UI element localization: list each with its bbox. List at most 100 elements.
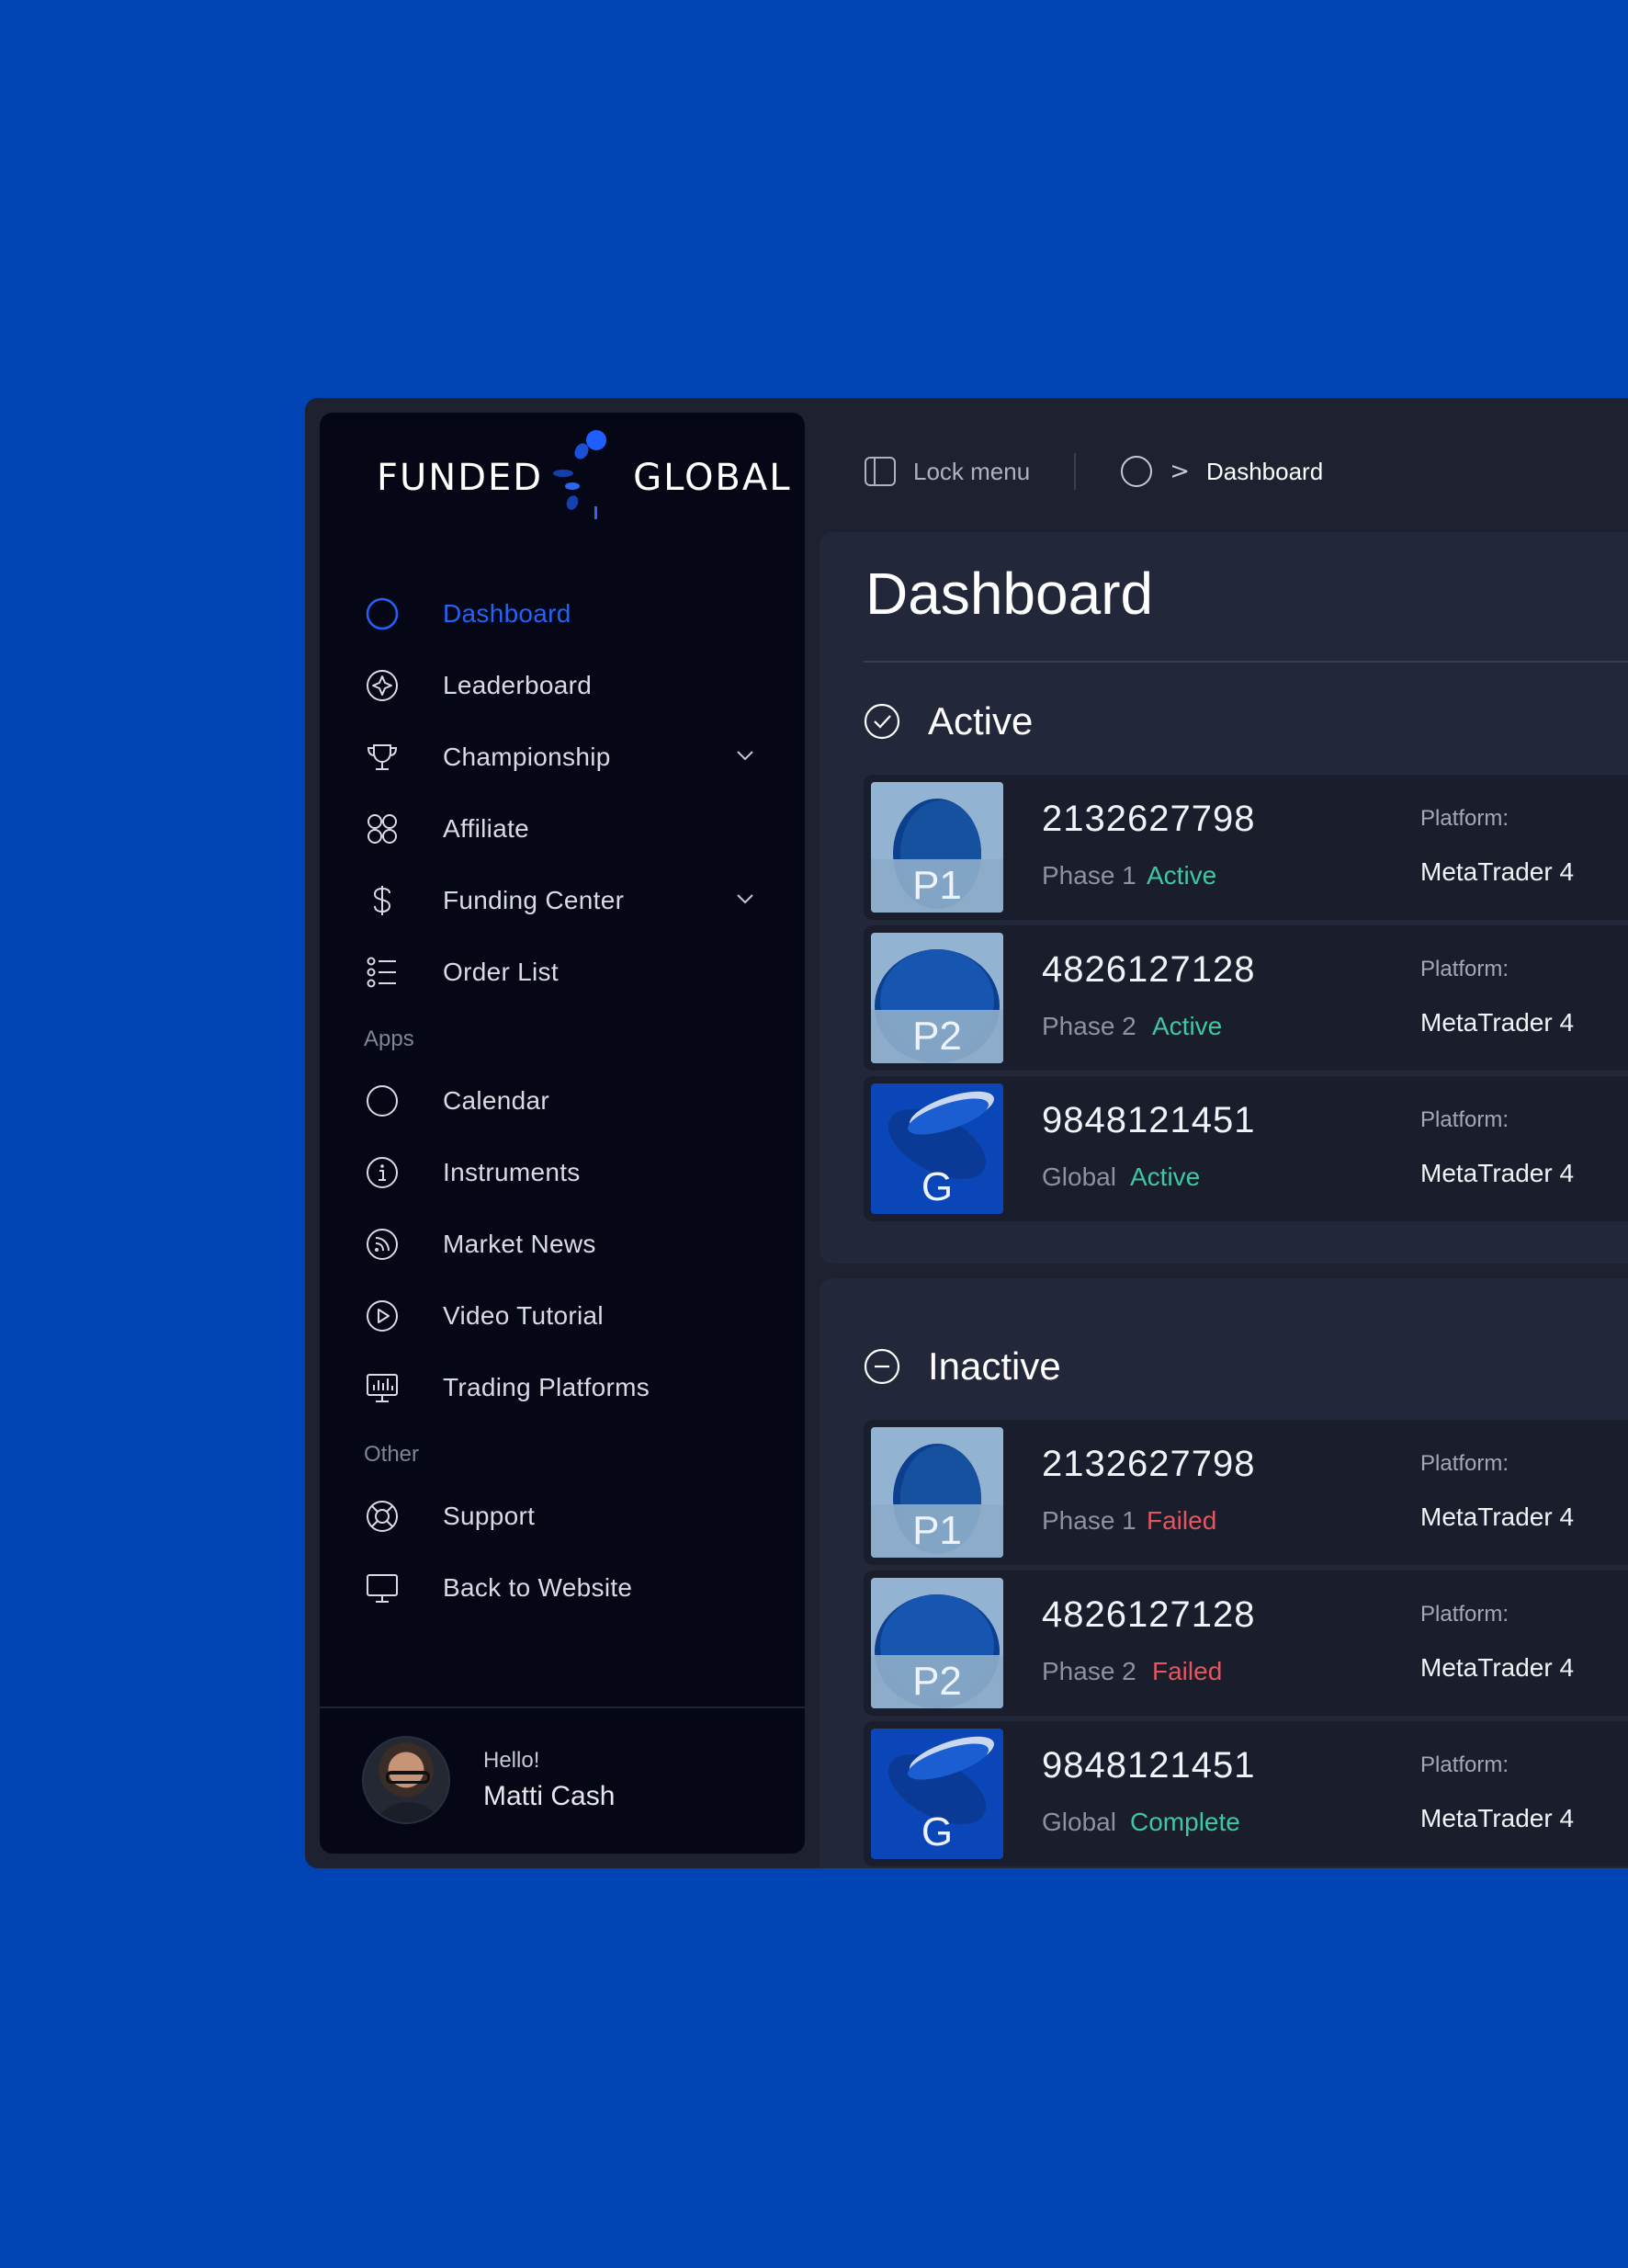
account-phase: Global — [1042, 1162, 1116, 1191]
section-label: Active — [928, 699, 1034, 743]
nav-item-funding-center[interactable]: Funding Center — [320, 865, 805, 936]
section-header-active: Active — [864, 699, 1033, 743]
lifebuoy-icon — [364, 1498, 401, 1535]
nav-item-instruments[interactable]: Instruments — [320, 1137, 805, 1208]
logo-mark-icon — [547, 429, 629, 526]
page-title: Dashboard — [865, 561, 1154, 627]
status-badge: Failed — [1152, 1657, 1223, 1685]
status-badge: Active — [1147, 861, 1217, 890]
info-icon — [364, 1154, 401, 1191]
trophy-icon — [364, 739, 401, 776]
account-number: 4826127128 — [1042, 949, 1256, 990]
chevron-down-icon[interactable] — [733, 887, 757, 911]
brand-name-left: FUNDED — [377, 456, 544, 499]
nav-label: Championship — [443, 743, 611, 771]
nav-label: Market News — [443, 1230, 596, 1258]
chevron-down-icon[interactable] — [733, 743, 757, 767]
topbar-divider — [1074, 453, 1077, 490]
app-window: FUNDED GLOBAL Dashboard Leaderboard Cham… — [305, 398, 1628, 1868]
brand-logo[interactable]: FUNDED GLOBAL — [377, 429, 792, 526]
account-badge-image: G — [871, 1729, 1003, 1859]
nav-item-leaderboard[interactable]: Leaderboard — [320, 650, 805, 721]
account-badge-image: P1 — [871, 1427, 1003, 1558]
platform-value: MetaTrader 4 — [1420, 1804, 1575, 1832]
account-number: 2132627798 — [1042, 1444, 1256, 1484]
section-label: Inactive — [928, 1344, 1061, 1388]
status-badge: Active — [1130, 1162, 1201, 1191]
nav-label: Affiliate — [443, 814, 530, 843]
nav-label: Calendar — [443, 1086, 550, 1115]
nav-item-market-news[interactable]: Market News — [320, 1208, 805, 1280]
status-badge: Complete — [1130, 1808, 1240, 1836]
account-card[interactable]: P2 4826127128 Phase 2 Failed Platform: M… — [864, 1571, 1628, 1716]
account-badge-label: P1 — [912, 863, 962, 908]
sidebar-divider — [320, 1707, 805, 1708]
lock-menu-button[interactable]: Lock menu — [913, 458, 1030, 486]
platform-label: Platform: — [1420, 806, 1509, 831]
platform-label: Platform: — [1420, 1752, 1509, 1777]
account-number: 9848121451 — [1042, 1745, 1256, 1786]
account-badge-label: P1 — [912, 1508, 962, 1553]
account-number: 2132627798 — [1042, 799, 1256, 839]
platform-value: MetaTrader 4 — [1420, 1503, 1575, 1531]
platform-value: MetaTrader 4 — [1420, 1159, 1575, 1187]
nav-item-affiliate[interactable]: Affiliate — [320, 793, 805, 865]
dollar-icon — [364, 882, 401, 919]
account-card[interactable]: P1 2132627798 Phase 1 Active Platform: M… — [864, 775, 1628, 920]
topbar: Lock menu > Dashboard — [864, 448, 1323, 494]
account-card[interactable]: G 9848121451 Global Complete Platform: M… — [864, 1721, 1628, 1866]
account-badge-label: G — [921, 1164, 954, 1209]
star-badge-icon — [364, 667, 401, 704]
nav-label: Support — [443, 1502, 536, 1530]
account-badge-label: P2 — [912, 1659, 962, 1704]
nav-item-dashboard[interactable]: Dashboard — [320, 578, 805, 650]
status-badge: Failed — [1147, 1506, 1217, 1535]
account-number: 9848121451 — [1042, 1100, 1256, 1140]
monitor-icon — [364, 1570, 401, 1606]
nav-item-trading-platforms[interactable]: Trading Platforms — [320, 1352, 805, 1423]
account-badge-image: P2 — [871, 1578, 1003, 1708]
avatar[interactable] — [362, 1736, 450, 1824]
account-badge-image: P1 — [871, 782, 1003, 913]
nav-item-calendar[interactable]: Calendar — [320, 1065, 805, 1137]
nav-section-other: Other — [364, 1442, 420, 1467]
lock-menu-icon[interactable] — [864, 456, 897, 487]
circle-icon — [364, 1083, 401, 1119]
platform-value: MetaTrader 4 — [1420, 857, 1575, 886]
inactive-accounts-panel: Inactive P1 2132627798 Phase 1 Failed Pl… — [820, 1278, 1628, 1868]
nav-section-apps: Apps — [364, 1026, 414, 1051]
nav-label: Dashboard — [443, 599, 571, 628]
check-circle-icon — [864, 703, 900, 740]
circle-icon — [364, 595, 401, 632]
nav-label: Trading Platforms — [443, 1373, 650, 1401]
platform-label: Platform: — [1420, 1602, 1509, 1627]
nav-item-support[interactable]: Support — [320, 1480, 805, 1552]
nav-item-video-tutorial[interactable]: Video Tutorial — [320, 1280, 805, 1352]
rss-icon — [364, 1226, 401, 1263]
brand-name-right: GLOBAL — [633, 456, 792, 499]
status-badge: Active — [1152, 1012, 1223, 1040]
minus-circle-icon — [864, 1348, 900, 1385]
account-card[interactable]: G 9848121451 Global Active Platform: Met… — [864, 1076, 1628, 1221]
platform-label: Platform: — [1420, 1451, 1509, 1476]
title-divider — [864, 661, 1628, 663]
user-profile[interactable]: Hello! Matti Cash — [362, 1736, 615, 1824]
sidebar: FUNDED GLOBAL Dashboard Leaderboard Cham… — [320, 413, 805, 1854]
account-card[interactable]: P1 2132627798 Phase 1 Failed Platform: M… — [864, 1420, 1628, 1565]
nav-item-order-list[interactable]: Order List — [320, 936, 805, 1008]
breadcrumb-home-icon[interactable] — [1120, 455, 1153, 488]
chart-monitor-icon — [364, 1369, 401, 1406]
active-accounts-panel: Dashboard Active P1 2132627798 Phase 1 A… — [820, 532, 1628, 1264]
four-circles-icon — [364, 811, 401, 847]
main-nav: Dashboard Leaderboard Championship Affil… — [320, 578, 805, 1624]
account-badge-image: P2 — [871, 933, 1003, 1063]
platform-value: MetaTrader 4 — [1420, 1653, 1575, 1682]
account-badge-image: G — [871, 1083, 1003, 1214]
nav-item-championship[interactable]: Championship — [320, 721, 805, 793]
account-card[interactable]: P2 4826127128 Phase 2 Active Platform: M… — [864, 925, 1628, 1071]
user-greeting: Hello! — [483, 1748, 540, 1773]
section-header-inactive: Inactive — [864, 1344, 1061, 1389]
nav-item-back-to-website[interactable]: Back to Website — [320, 1552, 805, 1624]
list-icon — [364, 954, 401, 991]
breadcrumb-separator: > — [1170, 458, 1190, 485]
